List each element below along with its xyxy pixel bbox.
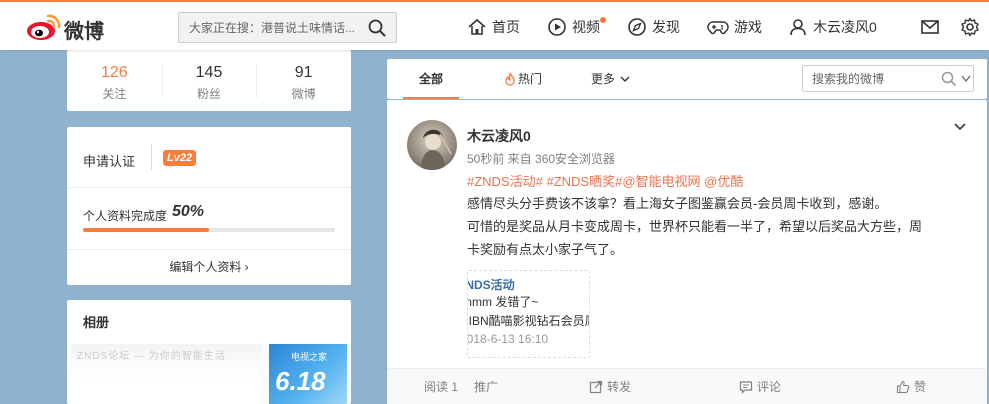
- feed-search-input[interactable]: [803, 66, 933, 91]
- stat-following-label: 关注: [102, 87, 127, 101]
- album-photo[interactable]: 电视之家 6.18: [269, 344, 347, 404]
- quoted-post-title: ZNDS活动: [467, 278, 515, 292]
- post-text-line: 感情尽头分手费该不该拿？看上海女子图鉴赢会员-会员周卡收到，感谢。: [467, 196, 888, 211]
- divider: [151, 144, 152, 170]
- divider: [67, 187, 351, 188]
- album-card: 相册 ZNDS论坛 — 为你的智能生活 电视之家 6.18: [67, 300, 351, 404]
- album-photo-text: ZNDS论坛 — 为你的智能生活: [77, 351, 226, 362]
- weibo-logo[interactable]: 微博: [26, 12, 116, 43]
- weibo-eye-icon: [27, 14, 61, 40]
- repost-label: 转发: [607, 380, 632, 394]
- read-count: 阅读 1: [424, 380, 459, 394]
- gear-icon[interactable]: [960, 17, 980, 37]
- weibo-post: 木云凌风0 50秒前 来自 360安全浏览器 #ZNDS活动# #ZNDS晒奖#…: [387, 100, 987, 404]
- tab-all[interactable]: 全部: [402, 59, 460, 99]
- thumbs-up-icon: [896, 380, 910, 394]
- profile-card: 申请认证 Lv22 个人资料完成度 50% 编辑个人资料 ›: [67, 127, 351, 285]
- post-meta: 50秒前 来自 360安全浏览器: [467, 152, 616, 166]
- brand-name: 微博: [64, 21, 104, 43]
- hashtag-link[interactable]: #ZNDS晒奖#: [543, 174, 622, 189]
- album-photo-big-text: 6.18: [275, 366, 326, 396]
- nav-video[interactable]: 视频: [547, 2, 606, 52]
- tab-hot[interactable]: 热门: [504, 59, 542, 99]
- stat-followers-count: 145: [195, 64, 223, 81]
- top-navigation-bar: 微博 首页 视频 发现: [0, 0, 989, 50]
- global-search-input[interactable]: [179, 13, 359, 42]
- mention-link[interactable]: @智能电视网: [622, 174, 700, 189]
- fire-icon: [505, 72, 515, 86]
- nav-discover[interactable]: 发现: [627, 2, 680, 52]
- profile-completion-label: 个人资料完成度: [83, 209, 168, 223]
- video-icon: [548, 18, 566, 36]
- stat-posts-count: 91: [294, 64, 313, 81]
- chevron-down-icon: [620, 76, 630, 82]
- home-icon: [468, 18, 486, 35]
- tab-more-label: 更多: [591, 72, 616, 86]
- stat-followers-label: 粉丝: [197, 87, 222, 101]
- profile-completion-bar: [83, 228, 335, 232]
- feed-search: [802, 65, 974, 92]
- comment-label: 评论: [757, 380, 782, 394]
- post-username[interactable]: 木云凌风0: [467, 126, 531, 146]
- post-action-bar: 阅读 1 推广 转发 评论 赞: [387, 368, 987, 404]
- hashtag-link[interactable]: #ZNDS活动#: [467, 174, 543, 189]
- nav-username: 木云凌风0: [813, 19, 877, 35]
- edit-profile-link[interactable]: 编辑个人资料 ›: [67, 249, 351, 285]
- nav-home[interactable]: 首页: [467, 2, 520, 52]
- chevron-down-icon[interactable]: [952, 118, 968, 134]
- feed-tabs-bar: 全部 热门 更多: [387, 59, 987, 99]
- album-photo[interactable]: ZNDS论坛 — 为你的智能生活: [71, 344, 261, 404]
- nav-home-label: 首页: [492, 19, 520, 35]
- post-tags: #ZNDS活动# #ZNDS晒奖#@智能电视网 @优酷: [467, 171, 743, 190]
- comment-button[interactable]: 评论: [739, 369, 781, 404]
- like-button[interactable]: 赞: [896, 369, 926, 404]
- search-icon[interactable]: [941, 71, 957, 87]
- gamepad-icon: [707, 21, 729, 35]
- new-content-dot: [600, 17, 606, 23]
- caret-down-icon[interactable]: [961, 75, 971, 83]
- stat-posts-label: 微博: [291, 87, 316, 101]
- promote-button[interactable]: 推广: [474, 369, 498, 404]
- user-icon: [790, 19, 806, 36]
- mention-link[interactable]: @优酷: [701, 174, 743, 189]
- search-icon[interactable]: [368, 19, 386, 37]
- global-search: [178, 12, 397, 43]
- repost-button[interactable]: 转发: [589, 369, 631, 404]
- quoted-post-card[interactable]: ZNDS活动 mmm 发错了~ CIBN酷喵影视钻石会员周 2018-6-13 …: [467, 270, 590, 358]
- album-photo-caption: 电视之家: [291, 352, 328, 362]
- nav-game[interactable]: 游戏: [707, 2, 762, 52]
- post-text-line: 可惜的是奖品从月卡变成周卡，世界杯只能看一半了，希望以后奖品大方些，周: [467, 219, 923, 234]
- compass-icon: [628, 18, 646, 36]
- nav-video-label: 视频: [572, 19, 600, 35]
- profile-completion-fill: [83, 228, 209, 232]
- nav-discover-label: 发现: [652, 19, 680, 35]
- stat-posts[interactable]: 91 微博: [256, 50, 351, 111]
- nav-game-label: 游戏: [734, 19, 762, 35]
- level-badge[interactable]: Lv22: [163, 150, 197, 166]
- profile-completion-value: 50%: [172, 203, 205, 220]
- nav-user-profile[interactable]: 木云凌风0: [788, 2, 877, 52]
- quoted-post-line: mmm 发错了~: [467, 295, 539, 309]
- quoted-post-line: CIBN酷喵影视钻石会员周: [468, 314, 590, 328]
- post-body: 感情尽头分手费该不该拿？看上海女子图鉴赢会员-会员周卡收到，感谢。 可惜的是奖品…: [467, 192, 967, 261]
- tab-hot-label: 热门: [518, 72, 543, 86]
- quoted-post-date: 2018-6-13 16:10: [467, 332, 549, 346]
- tab-more[interactable]: 更多: [591, 59, 631, 99]
- stat-following[interactable]: 126 关注: [67, 50, 162, 111]
- avatar-image: [421, 129, 452, 170]
- like-label: 赞: [914, 380, 927, 394]
- album-title: 相册: [83, 315, 110, 330]
- mail-icon[interactable]: [920, 17, 940, 37]
- stat-followers[interactable]: 145 粉丝: [161, 50, 257, 111]
- apply-verification-link[interactable]: 申请认证: [83, 151, 135, 170]
- avatar[interactable]: [407, 120, 457, 170]
- album-thumbnails: ZNDS论坛 — 为你的智能生活 电视之家 6.18: [71, 344, 347, 404]
- post-text-line: 卡奖励有点太小家子气了。: [467, 242, 624, 257]
- stat-following-count: 126: [100, 64, 128, 81]
- user-stats-card: 126 关注 145 粉丝 91 微博: [67, 50, 351, 111]
- repost-icon: [589, 380, 603, 394]
- comment-icon: [739, 381, 753, 394]
